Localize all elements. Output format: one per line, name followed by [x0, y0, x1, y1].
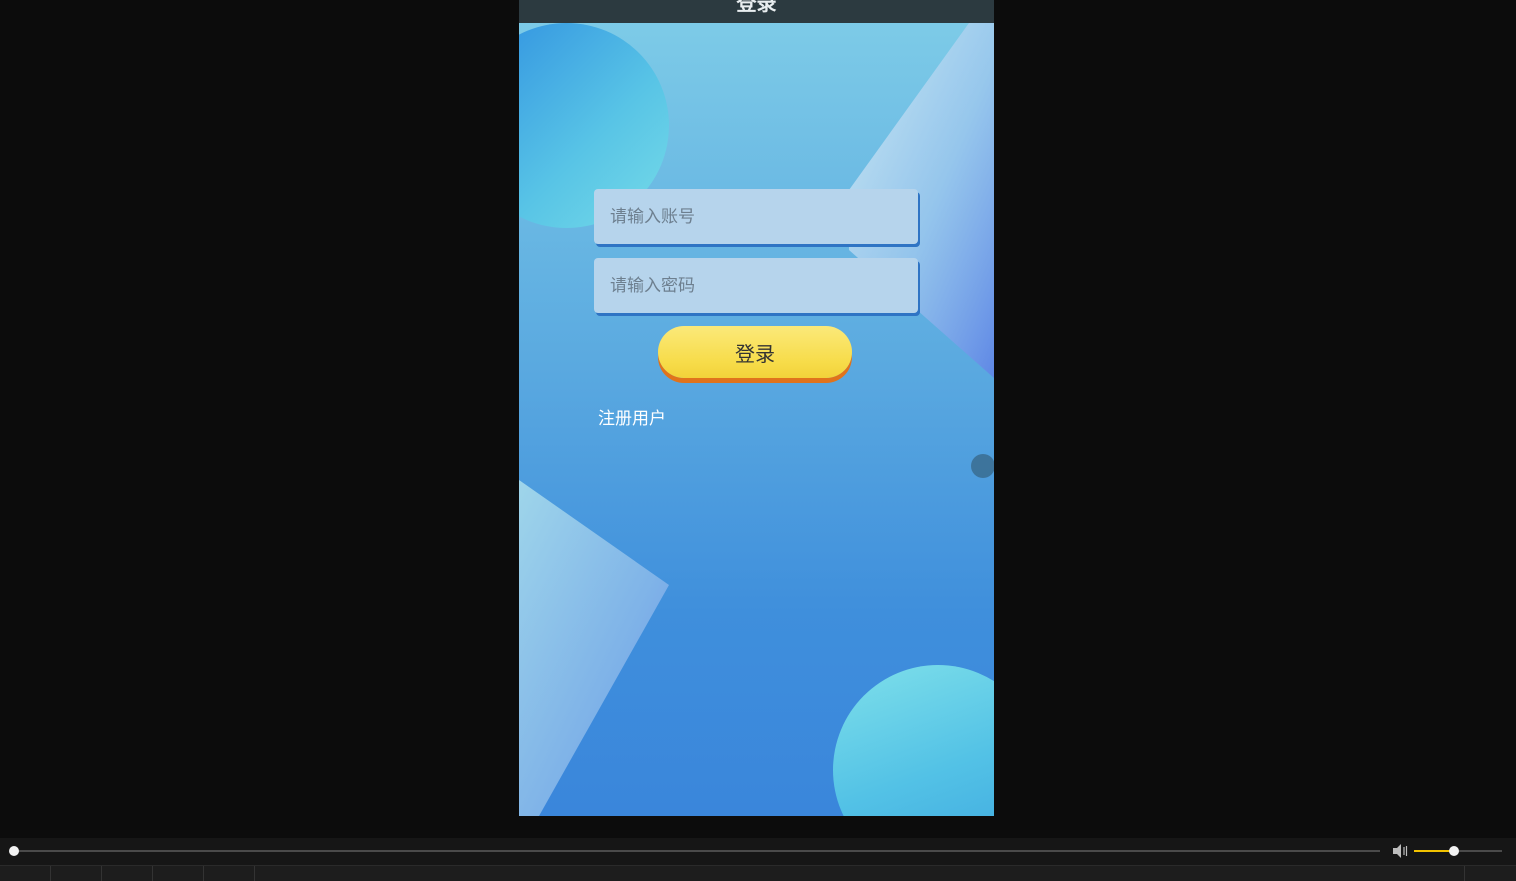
register-link[interactable]: 注册用户 — [598, 404, 666, 429]
speaker-icon[interactable] — [1391, 842, 1409, 860]
volume-level — [1414, 850, 1454, 852]
progress-knob[interactable] — [9, 846, 19, 856]
status-segment — [1464, 866, 1516, 881]
player-controls — [0, 838, 1516, 881]
status-strip — [0, 865, 1516, 881]
video-stage: 登录 登录 注册用户 — [0, 0, 1516, 816]
status-segment — [204, 866, 255, 881]
floating-assist-button[interactable] — [971, 454, 994, 478]
page-title: 登录 — [736, 0, 777, 15]
status-segment — [51, 866, 102, 881]
progress-track[interactable] — [14, 850, 1380, 852]
password-input[interactable] — [594, 258, 918, 313]
decorative-triangle-bottom-left — [519, 480, 669, 816]
title-bar: 登录 — [519, 0, 994, 23]
volume-slider[interactable] — [1414, 846, 1502, 856]
status-segment — [153, 866, 204, 881]
account-input[interactable] — [594, 189, 918, 244]
status-segment — [0, 866, 51, 881]
app-screen: 登录 登录 注册用户 — [519, 0, 994, 816]
status-segment — [102, 866, 153, 881]
login-button[interactable]: 登录 — [658, 326, 852, 378]
volume-knob[interactable] — [1448, 846, 1459, 856]
